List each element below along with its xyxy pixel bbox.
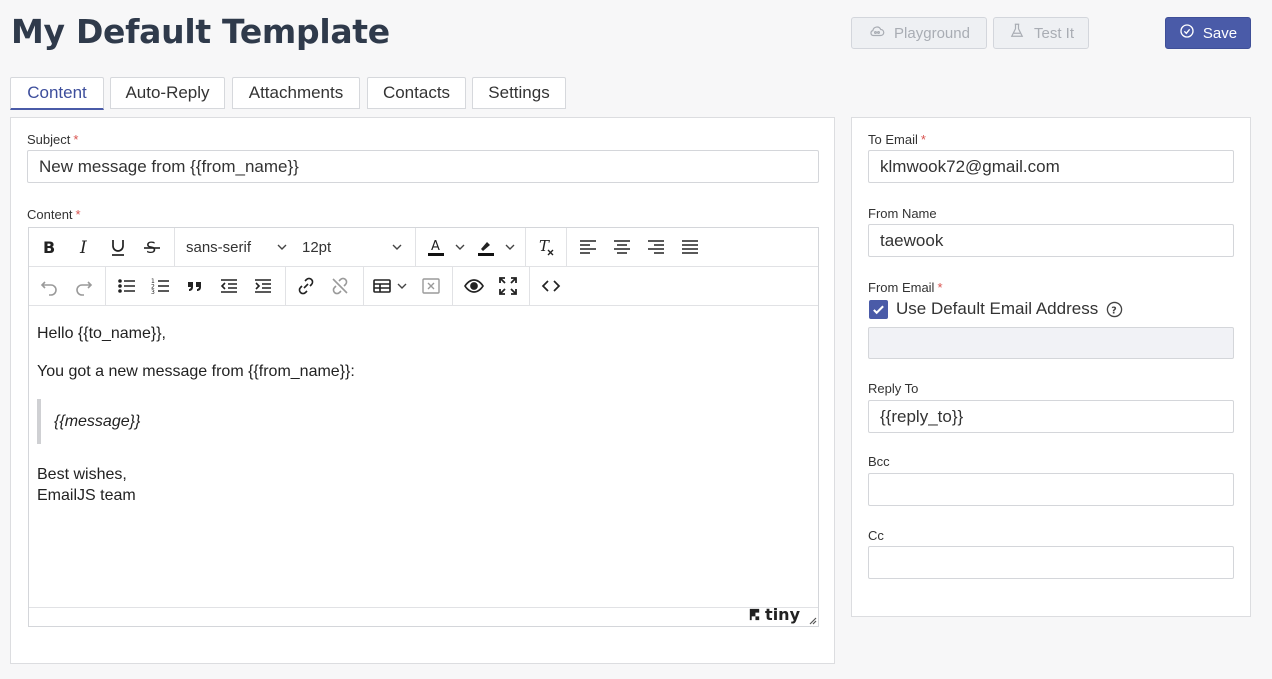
cc-input[interactable] bbox=[868, 546, 1234, 579]
from-email-input[interactable] bbox=[868, 327, 1234, 359]
svg-text:A: A bbox=[431, 239, 440, 254]
svg-text:I: I bbox=[79, 238, 87, 257]
svg-text:T: T bbox=[539, 237, 550, 255]
source-code-icon[interactable] bbox=[539, 274, 563, 298]
underline-icon[interactable] bbox=[106, 235, 130, 259]
unlink-icon[interactable] bbox=[328, 274, 352, 298]
body-greeting: Hello {{to_name}}, bbox=[37, 325, 166, 342]
chevron-down-icon bbox=[277, 244, 287, 250]
clear-formatting-icon[interactable]: T bbox=[534, 235, 558, 259]
to-email-input[interactable]: klmwook72@gmail.com bbox=[868, 150, 1234, 183]
editor-toolbar-row-2: 123 bbox=[29, 267, 818, 306]
outdent-icon[interactable] bbox=[217, 274, 241, 298]
bcc-label: Bcc bbox=[868, 454, 890, 469]
flask-icon bbox=[1008, 22, 1026, 44]
subject-label: Subject * bbox=[27, 132, 79, 147]
chevron-down-icon[interactable] bbox=[504, 241, 516, 253]
chevron-down-icon[interactable] bbox=[396, 280, 408, 292]
tab-settings[interactable]: Settings bbox=[472, 77, 566, 109]
blockquote-icon[interactable] bbox=[183, 274, 207, 298]
align-justify-icon[interactable] bbox=[678, 235, 702, 259]
content-panel: Subject * New message from {{from_name}} … bbox=[10, 117, 835, 664]
tab-contacts[interactable]: Contacts bbox=[367, 77, 466, 109]
cloud-icon bbox=[868, 22, 886, 44]
from-name-input[interactable]: taewook bbox=[868, 224, 1234, 257]
check-circle-icon bbox=[1179, 23, 1195, 43]
delete-table-icon[interactable] bbox=[419, 274, 443, 298]
highlight-color-icon[interactable] bbox=[474, 235, 498, 259]
rich-text-editor: B I S sans-serif 12pt A bbox=[28, 227, 819, 627]
link-icon[interactable] bbox=[294, 274, 318, 298]
svg-text:3: 3 bbox=[151, 289, 155, 296]
tiny-logo-icon bbox=[749, 608, 760, 621]
chevron-down-icon bbox=[392, 244, 402, 250]
body-line: You got a new message from {{from_name}}… bbox=[37, 363, 355, 380]
use-default-email-checkbox[interactable] bbox=[869, 299, 888, 319]
italic-icon[interactable]: I bbox=[72, 235, 96, 259]
from-name-label: From Name bbox=[868, 206, 937, 221]
tiny-brand: tiny bbox=[765, 605, 800, 624]
reply-to-input[interactable]: {{reply_to}} bbox=[868, 400, 1234, 433]
preview-eye-icon[interactable] bbox=[462, 274, 486, 298]
body-closing-1: Best wishes, bbox=[37, 466, 127, 483]
subject-input[interactable]: New message from {{from_name}} bbox=[27, 150, 819, 183]
font-family-select[interactable]: sans-serif bbox=[186, 239, 251, 256]
use-default-email-row: Use Default Email Address ? bbox=[869, 299, 1123, 319]
align-center-icon[interactable] bbox=[610, 235, 634, 259]
editor-body[interactable]: Hello {{to_name}}, You got a new message… bbox=[29, 306, 818, 608]
use-default-email-label[interactable]: Use Default Email Address bbox=[896, 299, 1098, 319]
test-it-label: Test It bbox=[1033, 24, 1074, 42]
tab-attachments[interactable]: Attachments bbox=[232, 77, 360, 109]
body-blockquote: {{message}} bbox=[37, 399, 810, 444]
to-email-label: To Email * bbox=[868, 132, 926, 147]
font-size-select[interactable]: 12pt bbox=[302, 239, 331, 256]
from-email-label: From Email * bbox=[868, 280, 943, 295]
align-left-icon[interactable] bbox=[576, 235, 600, 259]
svg-text:?: ? bbox=[1111, 305, 1116, 316]
fullscreen-icon[interactable] bbox=[496, 274, 520, 298]
tab-content[interactable]: Content bbox=[10, 77, 104, 110]
strikethrough-icon[interactable]: S bbox=[140, 235, 164, 259]
undo-icon[interactable] bbox=[37, 274, 61, 298]
cc-label: Cc bbox=[868, 528, 884, 543]
playground-label: Playground bbox=[894, 24, 970, 42]
bcc-input[interactable] bbox=[868, 473, 1234, 506]
test-it-button[interactable]: Test It bbox=[993, 17, 1089, 49]
editor-statusbar: tiny bbox=[29, 605, 818, 626]
chevron-down-icon[interactable] bbox=[454, 241, 466, 253]
save-label: Save bbox=[1202, 24, 1238, 42]
numbered-list-icon[interactable]: 123 bbox=[149, 274, 173, 298]
page-title: My Default Template bbox=[11, 12, 390, 51]
table-icon[interactable] bbox=[370, 274, 394, 298]
checkmark-icon bbox=[873, 305, 884, 314]
reply-to-label: Reply To bbox=[868, 381, 919, 396]
redo-icon[interactable] bbox=[72, 274, 96, 298]
tiny-logo[interactable]: tiny bbox=[747, 605, 800, 624]
text-color-icon[interactable]: A bbox=[424, 235, 448, 259]
indent-icon[interactable] bbox=[251, 274, 275, 298]
playground-button[interactable]: Playground bbox=[851, 17, 987, 49]
editor-toolbar-row-1: B I S sans-serif 12pt A bbox=[29, 228, 818, 267]
bullet-list-icon[interactable] bbox=[115, 274, 139, 298]
content-label: Content * bbox=[27, 207, 81, 222]
svg-text:B: B bbox=[43, 238, 55, 257]
bold-icon[interactable]: B bbox=[37, 235, 61, 259]
align-right-icon[interactable] bbox=[644, 235, 668, 259]
tab-auto-reply[interactable]: Auto-Reply bbox=[110, 77, 225, 109]
help-icon[interactable]: ? bbox=[1106, 301, 1123, 318]
resize-handle-icon[interactable] bbox=[807, 615, 817, 625]
save-button[interactable]: Save bbox=[1165, 17, 1251, 49]
recipient-panel: To Email * klmwook72@gmail.com From Name … bbox=[851, 117, 1251, 617]
body-closing-2: EmailJS team bbox=[37, 487, 136, 504]
